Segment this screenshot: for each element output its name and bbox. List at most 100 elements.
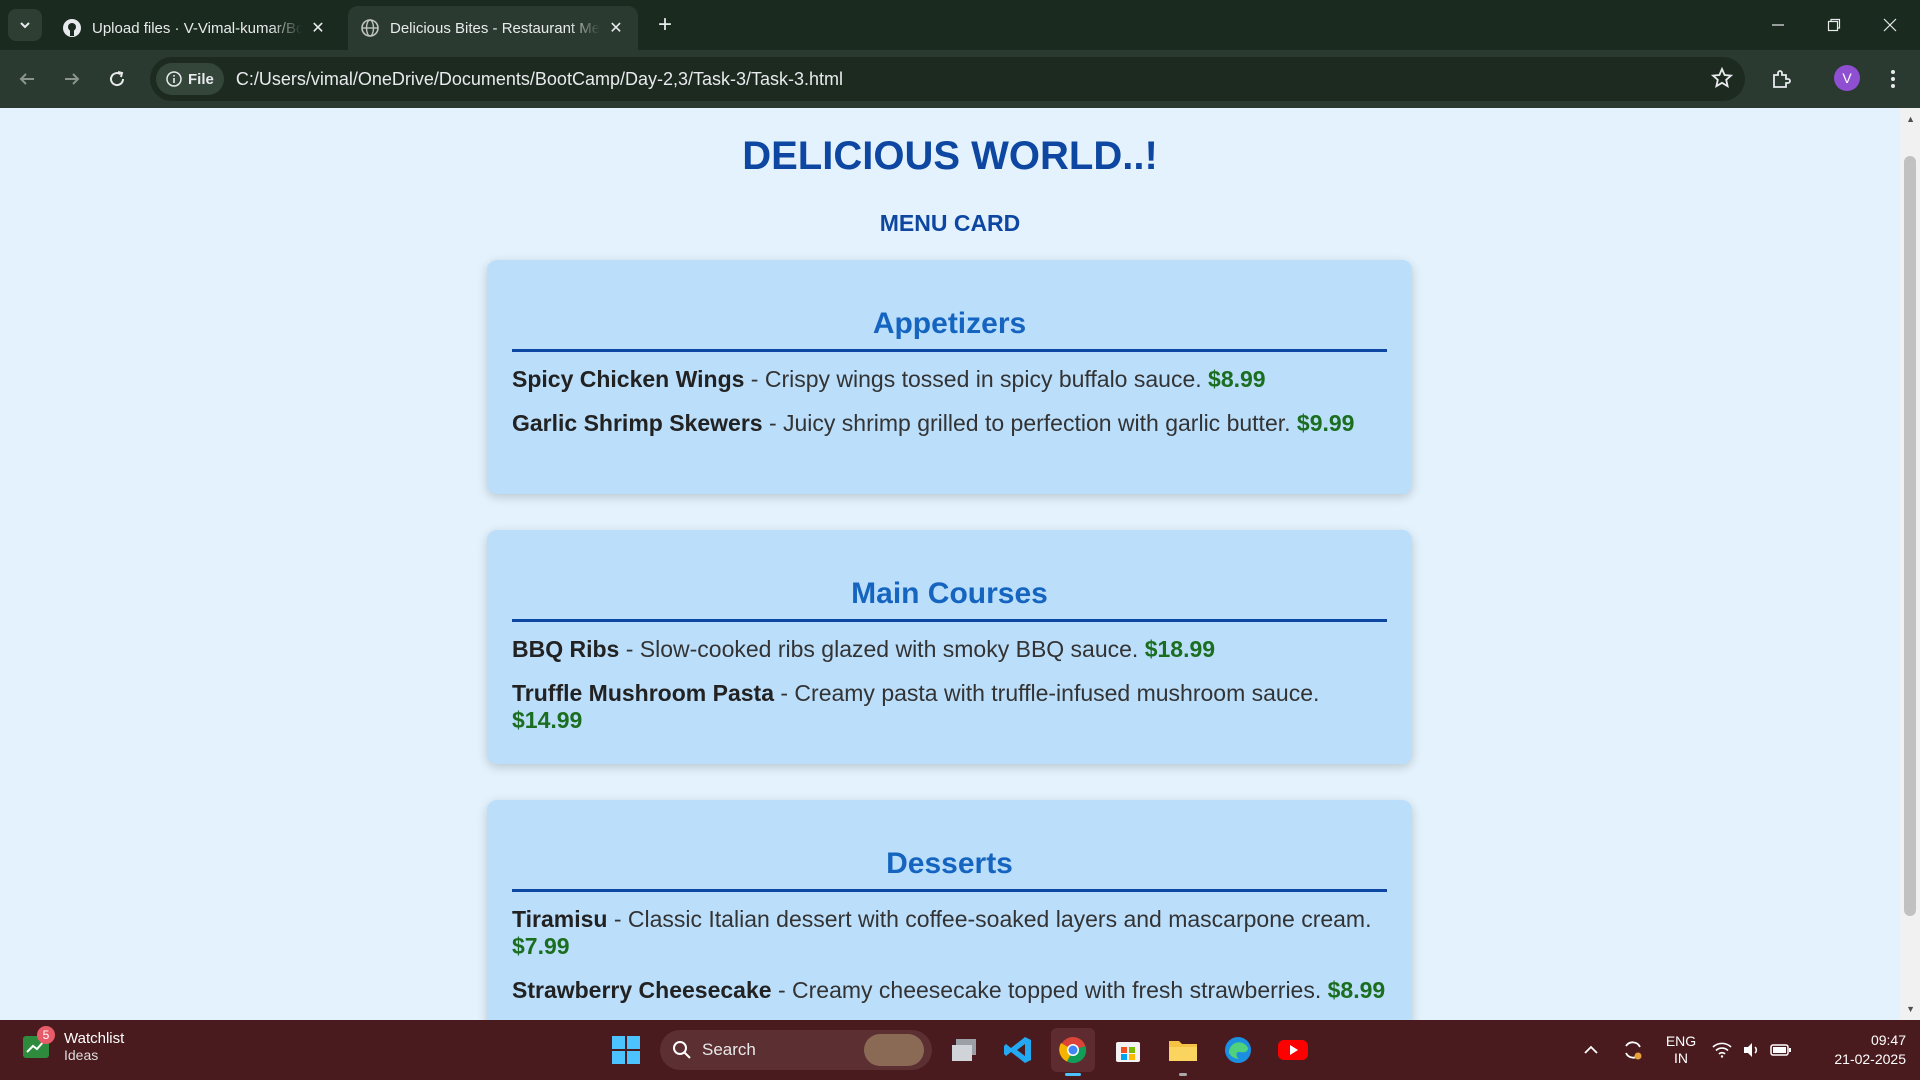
taskbar-search[interactable]: Search	[660, 1030, 932, 1070]
active-indicator	[1065, 1073, 1081, 1076]
menu-item: Strawberry Cheesecake - Creamy cheesecak…	[512, 977, 1387, 1004]
item-price: $8.99	[1327, 977, 1386, 1003]
chrome-app[interactable]	[1051, 1028, 1095, 1076]
vertical-scrollbar[interactable]: ▲ ▼	[1900, 108, 1920, 1020]
item-price: $8.99	[1208, 366, 1266, 392]
vscode-app[interactable]	[996, 1028, 1040, 1072]
task-view-icon	[952, 1039, 976, 1061]
folder-icon	[1169, 1041, 1197, 1061]
minimize-icon	[1772, 24, 1784, 26]
item-desc: - Crispy wings tossed in spicy buffalo s…	[744, 366, 1209, 392]
reload-button[interactable]	[100, 62, 134, 96]
puzzle-icon	[1773, 70, 1791, 88]
section-heading: Main Courses	[512, 577, 1387, 622]
item-name: Spicy Chicken Wings	[512, 366, 745, 392]
menu-section-main-courses: Main Courses BBQ Ribs - Slow-cooked ribs…	[487, 530, 1412, 764]
item-name: Garlic Shrimp Skewers	[512, 410, 763, 436]
page-viewport: DELICIOUS WORLD..! MENU CARD Appetizers …	[0, 108, 1920, 1020]
speaker-icon	[1744, 1043, 1758, 1057]
notification-badge: 5	[37, 1025, 55, 1044]
sync-status-button[interactable]	[1618, 1020, 1648, 1080]
start-button[interactable]	[604, 1028, 648, 1072]
restore-icon	[1827, 18, 1841, 32]
extensions-button[interactable]	[1764, 62, 1798, 96]
item-desc: - Creamy pasta with truffle-infused mush…	[773, 680, 1320, 706]
windows-logo-icon	[612, 1036, 640, 1064]
restore-button[interactable]	[1806, 0, 1862, 50]
wifi-icon	[1712, 1042, 1732, 1058]
youtube-app[interactable]	[1271, 1028, 1315, 1072]
reload-icon	[110, 71, 125, 87]
tab-title: Delicious Bites - Restaurant Menu	[390, 19, 600, 37]
battery-icon	[1770, 1044, 1791, 1056]
item-desc: - Classic Italian dessert with coffee-so…	[607, 906, 1372, 932]
url-text: C:/Users/vimal/OneDrive/Documents/BootCa…	[235, 68, 844, 89]
scrollbar-thumb[interactable]	[1904, 156, 1916, 916]
back-button[interactable]	[10, 62, 44, 96]
new-tab-button[interactable]: +	[650, 10, 680, 40]
item-desc: - Juicy shrimp grilled to perfection wit…	[762, 410, 1297, 436]
sync-icon	[1625, 1041, 1642, 1060]
search-label: Search	[702, 1040, 756, 1059]
file-explorer-app[interactable]	[1161, 1028, 1205, 1076]
globe-icon	[360, 18, 380, 38]
clock-date: 21-02-2025	[1834, 1051, 1906, 1067]
menu-item: Tiramisu - Classic Italian dessert with …	[512, 906, 1387, 960]
page-subtitle: MENU CARD	[879, 210, 1021, 236]
region-code: IN	[1674, 1050, 1688, 1066]
bookmark-star-icon[interactable]	[1710, 66, 1734, 94]
item-price: $7.99	[512, 933, 570, 959]
stock-chart-icon: 5	[22, 1025, 55, 1062]
scroll-down-arrow-icon[interactable]: ▼	[1906, 1004, 1915, 1014]
scroll-up-arrow-icon[interactable]: ▲	[1906, 114, 1915, 124]
tab-delicious-bites[interactable]: Delicious Bites - Restaurant Menu ✕	[348, 6, 638, 50]
search-icon	[673, 1041, 691, 1059]
open-indicator	[1179, 1073, 1187, 1076]
show-hidden-icons-button[interactable]	[1576, 1020, 1606, 1080]
watchlist-subtitle: Ideas	[64, 1047, 99, 1063]
menu-button[interactable]	[1876, 62, 1910, 96]
chip-label: File	[188, 70, 214, 88]
item-price: $9.99	[1296, 410, 1355, 436]
windows-taskbar: 5 Watchlist Ideas Search ENG IN 09:47 21…	[0, 1020, 1920, 1080]
language-indicator[interactable]: ENG IN	[1660, 1020, 1702, 1080]
vscode-icon	[1004, 1037, 1031, 1063]
arrow-right-icon	[65, 73, 80, 85]
language-code: ENG	[1665, 1033, 1697, 1049]
tab-strip: Upload files · V-Vimal-kumar/Bo ✕ Delici…	[0, 0, 1920, 50]
close-icon[interactable]: ✕	[308, 18, 328, 38]
item-desc: - Creamy cheesecake topped with fresh st…	[771, 977, 1328, 1003]
address-bar[interactable]: File C:/Users/vimal/OneDrive/Documents/B…	[150, 57, 1745, 101]
edge-app[interactable]	[1216, 1028, 1260, 1072]
tab-title: Upload files · V-Vimal-kumar/Bo	[92, 19, 302, 37]
item-name: Strawberry Cheesecake	[512, 977, 772, 1003]
info-icon	[166, 71, 182, 87]
youtube-icon	[1278, 1040, 1308, 1060]
close-icon[interactable]: ✕	[606, 18, 626, 38]
microsoft-store-app[interactable]	[1106, 1028, 1150, 1072]
clock[interactable]: 09:47 21-02-2025	[1806, 1020, 1906, 1080]
minimize-button[interactable]	[1750, 0, 1806, 50]
item-price: $18.99	[1144, 636, 1216, 662]
item-name: BBQ Ribs	[512, 636, 620, 662]
menu-item: Garlic Shrimp Skewers - Juicy shrimp gri…	[512, 410, 1387, 437]
tab-search-button[interactable]	[8, 9, 42, 41]
profile-avatar[interactable]: V	[1834, 65, 1860, 91]
chevron-up-icon	[1584, 1045, 1598, 1054]
section-heading: Desserts	[512, 847, 1387, 892]
chevron-down-icon	[20, 22, 30, 29]
task-view-button[interactable]	[942, 1028, 986, 1072]
store-icon	[1116, 1042, 1140, 1062]
tab-upload-files[interactable]: Upload files · V-Vimal-kumar/Bo ✕	[50, 6, 340, 50]
forward-button[interactable]	[55, 62, 89, 96]
item-price: $14.99	[512, 707, 583, 733]
site-info-chip[interactable]: File	[156, 63, 224, 95]
watchlist-widget[interactable]: 5 Watchlist Ideas	[22, 1025, 124, 1063]
section-heading: Appetizers	[512, 307, 1387, 352]
search-highlight-icon	[864, 1034, 924, 1066]
quick-settings-button[interactable]	[1712, 1020, 1792, 1080]
more-vertical-icon	[1891, 70, 1895, 88]
menu-section-appetizers: Appetizers Spicy Chicken Wings - Crispy …	[487, 260, 1412, 494]
clock-time: 09:47	[1870, 1032, 1906, 1048]
close-window-button[interactable]	[1862, 0, 1918, 50]
